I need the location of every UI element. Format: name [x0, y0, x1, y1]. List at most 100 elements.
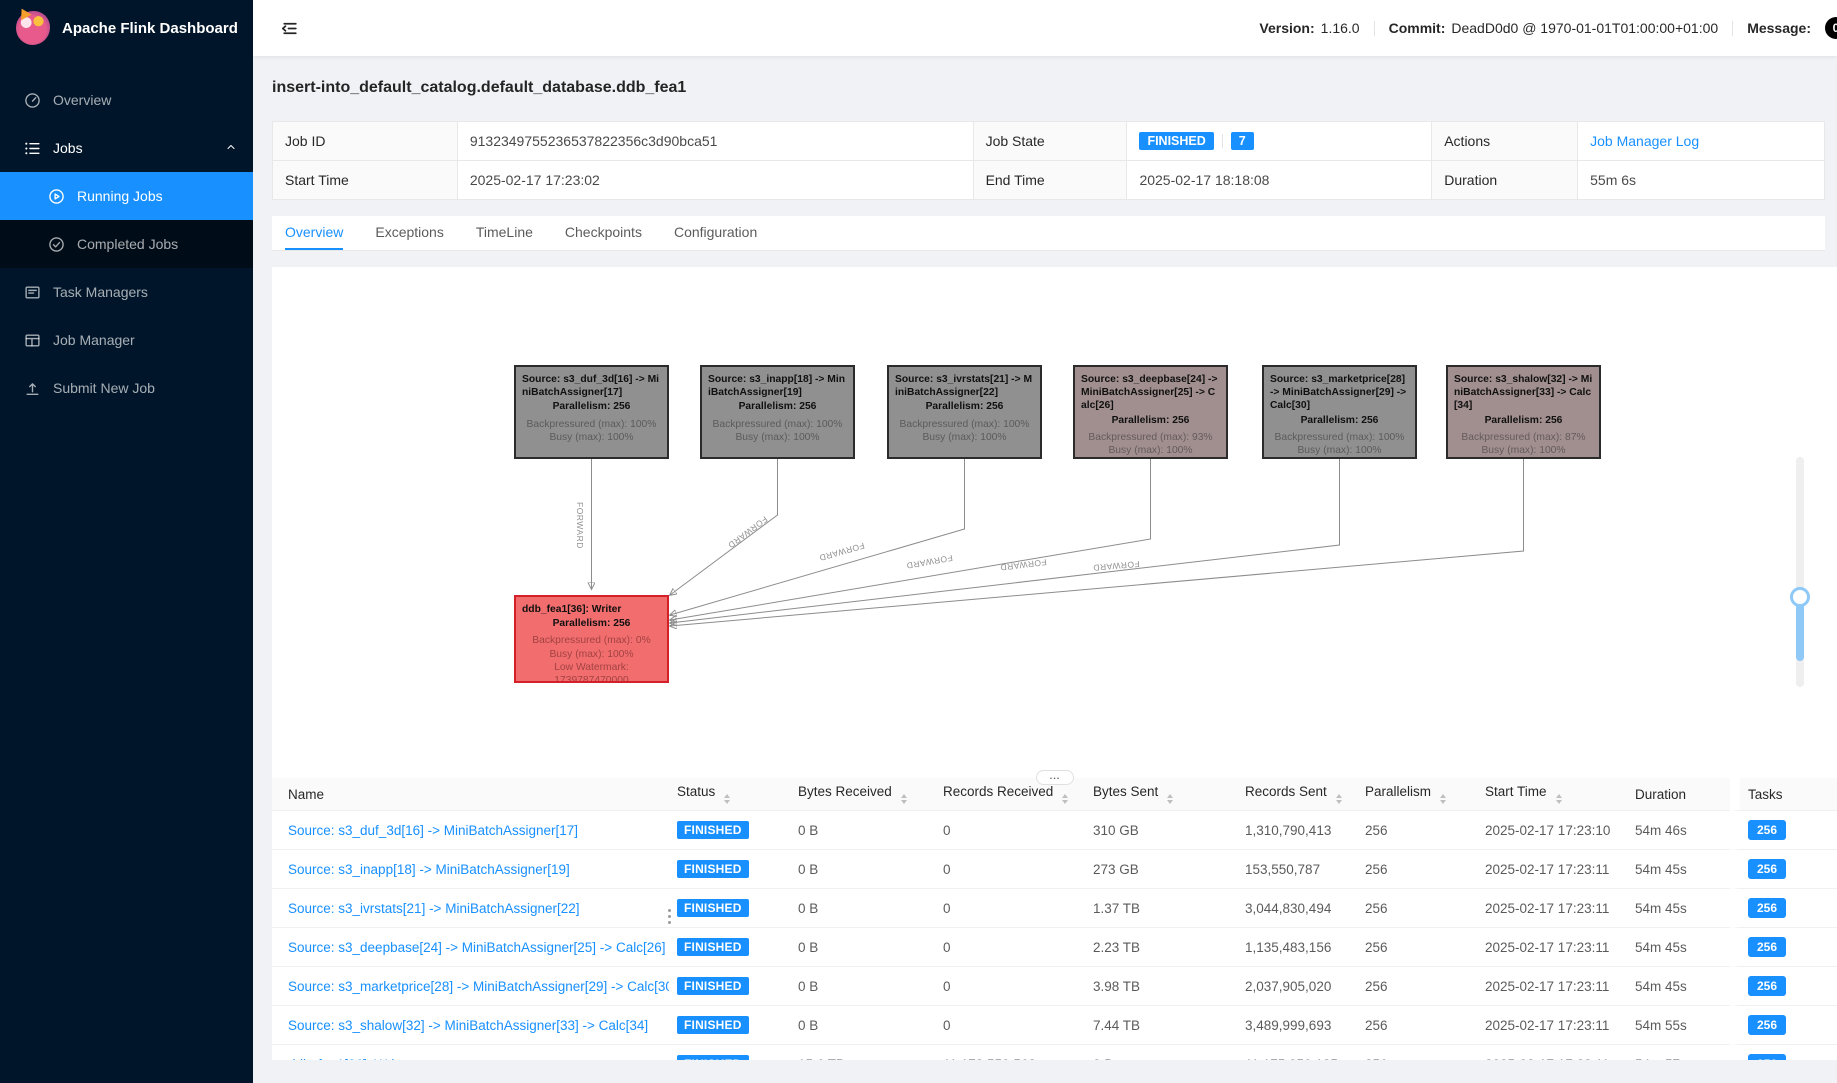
cell-name: Source: s3_ivrstats[21] -> MiniBatchAssi…: [272, 889, 669, 928]
version-label: Version:: [1259, 20, 1315, 36]
node-busy: Busy (max): 100%: [922, 431, 1007, 443]
job-manager-log-link[interactable]: Job Manager Log: [1590, 133, 1699, 149]
graph-zoom-slider-handle[interactable]: [1790, 587, 1810, 607]
column-header-records-sent[interactable]: Records Sent: [1237, 778, 1357, 811]
sidebar-item-overview[interactable]: Overview: [0, 76, 253, 124]
graph-node-source-s3_ivrstats[interactable]: Source: s3_ivrstats[21] -> MiniBatchAssi…: [887, 365, 1042, 459]
sidebar: Apache Flink Dashboard Overview Jobs Run…: [0, 0, 253, 1083]
graph-node-source-s3_duf_3d[interactable]: Source: s3_duf_3d[16] -> MiniBatchAssign…: [514, 365, 669, 459]
column-label: Bytes Received: [798, 784, 892, 799]
column-resize-handle[interactable]: [663, 903, 675, 929]
cell-records-sent: 2,037,905,020: [1237, 967, 1357, 1006]
sidebar-item-label: Jobs: [53, 140, 83, 156]
cell-name: Source: s3_inapp[18] -> MiniBatchAssigne…: [272, 850, 669, 889]
column-label: Status: [677, 784, 716, 799]
graph-node-source-s3_marketprice[interactable]: Source: s3_marketprice[28] -> MiniBatchA…: [1262, 365, 1417, 459]
cell-parallelism: 256: [1357, 1006, 1477, 1045]
edge-label: FORWARD: [575, 502, 585, 549]
tasks-count-badge[interactable]: 256: [1748, 898, 1787, 918]
tab-checkpoints[interactable]: Checkpoints: [565, 216, 642, 250]
app-logo-row[interactable]: Apache Flink Dashboard: [0, 0, 253, 56]
graph-zoom-slider-stem: [1796, 603, 1804, 661]
node-parallelism: Parallelism: 256: [738, 401, 817, 413]
menu-fold-icon[interactable]: [277, 16, 301, 40]
message-count-badge[interactable]: 0: [1825, 17, 1837, 39]
column-header-status[interactable]: Status: [669, 778, 790, 811]
duration-label: Duration: [1431, 160, 1579, 200]
sidebar-item-jobs[interactable]: Jobs: [0, 124, 253, 172]
panel-resize-handle[interactable]: ...: [1035, 768, 1074, 785]
vertex-name-link[interactable]: Source: s3_shalow[32] -> MiniBatchAssign…: [288, 1018, 648, 1033]
cell-parallelism: 256: [1357, 928, 1477, 967]
tab-exceptions[interactable]: Exceptions: [375, 216, 443, 250]
vertex-name-link[interactable]: Source: s3_marketprice[28] -> MiniBatchA…: [288, 979, 669, 994]
tasks-count-badge[interactable]: 256: [1748, 1015, 1787, 1035]
cell-status: FINISHED: [669, 1006, 790, 1045]
cell-records-sent: 3,489,999,693: [1237, 1006, 1357, 1045]
graph-node-source-s3_shalow[interactable]: Source: s3_shalow[32] -> MiniBatchAssign…: [1446, 365, 1601, 459]
column-header-bytes-sent[interactable]: Bytes Sent: [1085, 778, 1237, 811]
cell-bytes-sent: 2.23 TB: [1085, 928, 1237, 967]
cell-bytes-received: 0 B: [790, 928, 935, 967]
divider: [1221, 134, 1223, 149]
node-busy: Busy (max): 100%: [1481, 444, 1566, 456]
node-title: Source: s3_marketprice[28] -> MiniBatchA…: [1270, 374, 1407, 412]
cell-tasks: 256: [1730, 889, 1837, 928]
tab-overview[interactable]: Overview: [285, 216, 344, 250]
cell-bytes-sent: 273 GB: [1085, 850, 1237, 889]
tasks-count-badge[interactable]: 256: [1748, 859, 1787, 879]
node-backpressured: Backpressured (max): 100%: [1274, 431, 1405, 443]
vertex-name-link[interactable]: Source: s3_inapp[18] -> MiniBatchAssigne…: [288, 862, 570, 877]
node-busy: Busy (max): 100%: [549, 431, 634, 443]
job-id-label: Job ID: [272, 121, 458, 161]
column-header-parallelism[interactable]: Parallelism: [1357, 778, 1477, 811]
column-header-start-time[interactable]: Start Time: [1477, 778, 1627, 811]
sidebar-item-job-manager[interactable]: Job Manager: [0, 316, 253, 364]
job-id-value: 9132349755236537822356c3d90bca51: [456, 121, 974, 161]
cell-tasks: 256: [1730, 811, 1837, 850]
vertex-name-link[interactable]: Source: s3_duf_3d[16] -> MiniBatchAssign…: [288, 823, 578, 838]
vertex-name-link[interactable]: Source: s3_ivrstats[21] -> MiniBatchAssi…: [288, 901, 580, 916]
node-stats: Backpressured (max): 100% Busy (max): 10…: [895, 418, 1034, 444]
sidebar-item-task-managers[interactable]: Task Managers: [0, 268, 253, 316]
tasks-count-badge[interactable]: 256: [1748, 1054, 1787, 1060]
edge-label: FORWARD: [906, 553, 954, 571]
status-badge: FINISHED: [677, 977, 749, 995]
tasks-count-badge[interactable]: 256: [1748, 937, 1787, 957]
tasks-count-badge[interactable]: 256: [1748, 976, 1787, 996]
node-parallelism: Parallelism: 256: [925, 401, 1004, 413]
tasks-count-badge[interactable]: 256: [1748, 820, 1787, 840]
cell-bytes-sent: 3.98 TB: [1085, 967, 1237, 1006]
column-label: Tasks: [1748, 786, 1783, 802]
cell-parallelism: 256: [1357, 967, 1477, 1006]
node-busy: Busy (max): 100%: [549, 648, 634, 660]
cell-start-time: 2025-02-17 17:23:11: [1477, 967, 1627, 1006]
table-row: Source: s3_shalow[32] -> MiniBatchAssign…: [272, 1006, 1837, 1045]
vertex-name-link[interactable]: Source: s3_deepbase[24] -> MiniBatchAssi…: [288, 940, 665, 955]
tab-timeline[interactable]: TimeLine: [476, 216, 533, 250]
actions-cell: Job Manager Log: [1577, 121, 1825, 161]
graph-node-source-s3_inapp[interactable]: Source: s3_inapp[18] -> MiniBatchAssigne…: [700, 365, 855, 459]
node-busy: Busy (max): 100%: [1108, 444, 1193, 456]
sidebar-item-completed-jobs[interactable]: Completed Jobs: [0, 220, 253, 268]
upload-icon: [24, 380, 41, 397]
cell-records-sent: 1,310,790,413: [1237, 811, 1357, 850]
graph-node-writer[interactable]: ddb_fea1[36]: Writer Parallelism: 256 Ba…: [514, 595, 669, 683]
graph-node-source-s3_deepbase[interactable]: Source: s3_deepbase[24] -> MiniBatchAssi…: [1073, 365, 1228, 459]
cell-records-sent: 153,550,787: [1237, 850, 1357, 889]
job-state-label: Job State: [972, 121, 1128, 161]
node-parallelism: Parallelism: 256: [1300, 414, 1379, 426]
column-header-bytes-received[interactable]: Bytes Received: [790, 778, 935, 811]
sidebar-item-submit-new-job[interactable]: Submit New Job: [0, 364, 253, 412]
sidebar-item-label: Task Managers: [53, 284, 148, 300]
job-tabs: Overview Exceptions TimeLine Checkpoints…: [272, 216, 1825, 251]
sidebar-item-running-jobs[interactable]: Running Jobs: [0, 172, 253, 220]
start-time-value: 2025-02-17 17:23:02: [456, 160, 974, 200]
edge-label: FORWARD: [999, 557, 1047, 573]
cell-bytes-received: 0 B: [790, 1006, 935, 1045]
cell-start-time: 2025-02-17 17:23:11: [1477, 889, 1627, 928]
vertex-name-link[interactable]: ddb_fea1[36]: Writer: [288, 1057, 410, 1061]
sorter-icon: [1167, 794, 1174, 804]
tab-configuration[interactable]: Configuration: [674, 216, 757, 250]
job-graph[interactable]: FORWARD FORWARD FORWARD FORWARD FORWARD …: [272, 267, 1837, 778]
